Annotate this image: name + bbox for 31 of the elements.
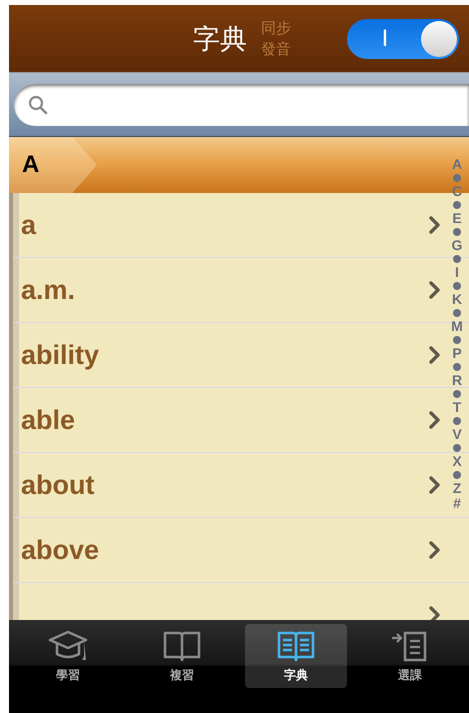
tab[interactable]: 字典 (245, 624, 347, 688)
search-field[interactable] (14, 84, 469, 126)
index-letter[interactable]: Z (452, 481, 462, 496)
index-letter[interactable]: K (452, 292, 462, 307)
index-letter[interactable]: E (452, 211, 462, 226)
index-letter[interactable]: P (452, 346, 462, 361)
tab[interactable]: 學習 (17, 624, 119, 688)
tab[interactable]: 複習 (131, 624, 233, 688)
toggle-switch[interactable]: I (347, 18, 459, 58)
tab[interactable]: 選課 (359, 624, 461, 688)
chevron-icon (429, 411, 441, 429)
index-letter[interactable]: # (453, 496, 461, 511)
chevron-icon (429, 476, 441, 494)
sync-label: 同步發音 (261, 18, 292, 60)
search-icon (28, 94, 48, 114)
section-letter: A (22, 151, 40, 179)
index-letter[interactable]: I (455, 265, 459, 280)
word-row[interactable]: above (13, 518, 469, 583)
chevron-icon (429, 346, 441, 364)
chevron-icon (429, 281, 441, 299)
index-letter[interactable]: V (452, 427, 462, 442)
index-letter[interactable]: A (452, 157, 462, 172)
chevron-icon (429, 606, 441, 620)
index-letter[interactable]: R (452, 373, 462, 388)
window-title: 字典 (193, 22, 247, 56)
index-letter[interactable]: T (452, 400, 462, 415)
index-letter[interactable]: X (452, 454, 462, 469)
chevron-icon (429, 216, 441, 234)
index-letter[interactable]: G (452, 238, 462, 253)
chevron-icon (429, 541, 441, 559)
graduation-cap-icon (48, 628, 88, 662)
